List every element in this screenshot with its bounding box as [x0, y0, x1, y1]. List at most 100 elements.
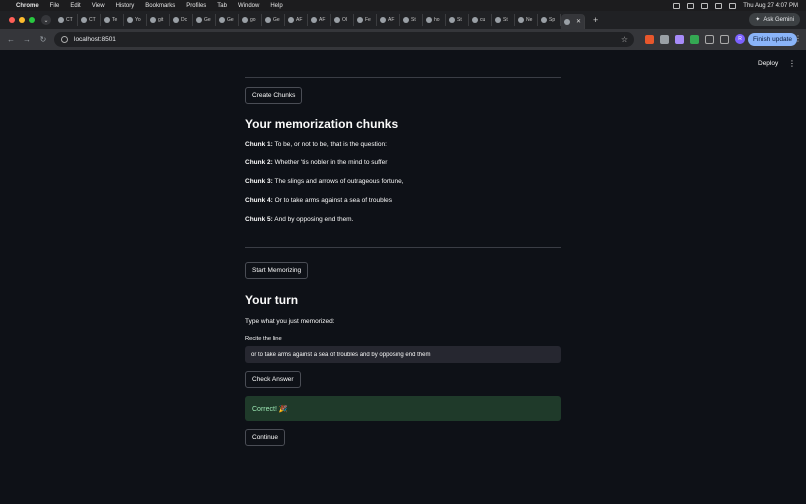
tab-active[interactable]: ✕	[561, 14, 585, 29]
tab[interactable]: Sp	[538, 14, 561, 26]
back-icon[interactable]: ←	[3, 35, 19, 44]
tab[interactable]: AF	[377, 14, 400, 26]
reload-icon[interactable]: ↻	[35, 35, 51, 44]
tab[interactable]: go	[239, 14, 262, 26]
tab[interactable]: Dc	[170, 14, 193, 26]
tab-label: CT	[89, 17, 96, 23]
tab-favicon-icon	[288, 17, 294, 23]
gemini-icon: ✦	[755, 17, 761, 23]
tab[interactable]: Ge	[193, 14, 216, 26]
tab-favicon-icon	[104, 17, 110, 23]
menu-edit[interactable]: Edit	[70, 3, 80, 9]
tab-label: git	[158, 17, 164, 23]
tab-label: Fe	[365, 17, 371, 23]
bookmark-star-icon[interactable]: ☆	[621, 35, 628, 44]
battery-icon[interactable]	[687, 2, 695, 9]
chunk-item: Chunk 5: And by opposing end them.	[245, 216, 354, 223]
tab-favicon-icon	[426, 17, 432, 23]
menu-tab[interactable]: Tab	[217, 3, 227, 9]
bluetooth-icon[interactable]	[673, 2, 681, 9]
tab-favicon-icon	[472, 17, 478, 23]
menu-profiles[interactable]: Profiles	[186, 3, 206, 9]
site-info-icon[interactable]	[61, 36, 68, 43]
forward-icon[interactable]: →	[19, 35, 35, 44]
extensions: R	[645, 34, 745, 44]
ask-gemini-button[interactable]: ✦ Ask Gemini	[749, 13, 800, 26]
extension-2-icon[interactable]	[660, 34, 669, 44]
macos-menu-bar: Chrome File Edit View History Bookmarks …	[0, 0, 806, 11]
address-bar[interactable]: localhost:8501 ☆	[54, 32, 634, 47]
tab[interactable]: OI	[331, 14, 354, 26]
app-menu-icon[interactable]: ⋮	[788, 59, 796, 68]
tab-close-icon[interactable]: ✕	[576, 18, 581, 25]
menu-help[interactable]: Help	[270, 3, 282, 9]
tab-favicon-icon	[58, 17, 64, 23]
tab[interactable]: Te	[101, 14, 124, 26]
tab-label: Sp	[549, 17, 556, 23]
tab[interactable]: St	[446, 14, 469, 26]
search-icon[interactable]	[715, 2, 723, 9]
maximize-window-icon[interactable]	[29, 17, 35, 23]
divider	[245, 247, 561, 248]
tab[interactable]: AF	[285, 14, 308, 26]
menu-history[interactable]: History	[116, 3, 135, 9]
chunk-item: Chunk 1: To be, or not to be, that is th…	[245, 141, 387, 148]
chunk-item: Chunk 4: Or to take arms against a sea o…	[245, 197, 393, 204]
extension-4-icon[interactable]	[690, 34, 699, 44]
address-bar-url[interactable]: localhost:8501	[74, 36, 116, 43]
tab[interactable]: St	[400, 14, 423, 26]
close-window-icon[interactable]	[9, 17, 15, 23]
tab-favicon-icon	[265, 17, 271, 23]
menu-window[interactable]: Window	[238, 3, 259, 9]
tab-favicon-icon	[150, 17, 156, 23]
create-chunks-button[interactable]: Create Chunks	[245, 87, 303, 104]
menu-file[interactable]: File	[50, 3, 60, 9]
tab[interactable]: CT	[78, 14, 101, 26]
tab-favicon-icon	[196, 17, 202, 23]
tab-label: AF	[319, 17, 326, 23]
tab[interactable]: Ge	[262, 14, 285, 26]
tab[interactable]: Fe	[354, 14, 377, 26]
tab-favicon-icon	[541, 17, 547, 23]
menu-chrome[interactable]: Chrome	[16, 3, 39, 9]
menubar-clock[interactable]: Thu Aug 27 4:07 PM	[743, 3, 798, 9]
tab[interactable]: St	[492, 14, 515, 26]
tab[interactable]: ho	[423, 14, 446, 26]
menu-view[interactable]: View	[92, 3, 105, 9]
status-icons: Thu Aug 27 4:07 PM	[673, 0, 798, 11]
tab-favicon-icon	[219, 17, 225, 23]
tab[interactable]: Ne	[515, 14, 538, 26]
tab-favicon-icon	[81, 17, 87, 23]
minimize-window-icon[interactable]	[19, 17, 25, 23]
tab[interactable]: AF	[308, 14, 331, 26]
extension-1-icon[interactable]	[645, 34, 654, 44]
menu-bookmarks[interactable]: Bookmarks	[145, 3, 175, 9]
tab-search-chevron-icon[interactable]: ⌄	[41, 15, 51, 25]
new-tab-button[interactable]: +	[593, 15, 598, 25]
deploy-button[interactable]: Deploy	[758, 60, 778, 67]
tab-strip: ⌄ CT CT Te Yo git Dc Ge Ge go Ge AF AF OI Fe AF St ho St c…	[0, 11, 806, 29]
tab[interactable]: CT	[55, 14, 78, 26]
tab-label: Yo	[135, 17, 141, 23]
recite-input[interactable]	[245, 346, 561, 363]
continue-button[interactable]: Continue	[245, 429, 286, 446]
tab[interactable]: cu	[469, 14, 492, 26]
tab[interactable]: git	[147, 14, 170, 26]
finish-update-button[interactable]: Finish update	[748, 33, 798, 46]
chrome-menu-icon[interactable]: ⋮	[794, 34, 802, 43]
profile-avatar[interactable]: R	[735, 34, 745, 44]
tab[interactable]: Yo	[124, 14, 147, 26]
tab[interactable]: Ge	[216, 14, 239, 26]
tab-favicon-icon	[357, 17, 363, 23]
wifi-icon[interactable]	[701, 2, 709, 9]
control-center-icon[interactable]	[729, 2, 737, 9]
tab-label: Dc	[181, 17, 188, 23]
tab-favicon-icon	[403, 17, 409, 23]
side-panel-icon[interactable]	[720, 34, 729, 44]
tab-label: AF	[388, 17, 395, 23]
check-answer-button[interactable]: Check Answer	[245, 371, 301, 388]
extension-3-icon[interactable]	[675, 34, 684, 44]
extensions-puzzle-icon[interactable]	[705, 34, 714, 44]
start-memorizing-button[interactable]: Start Memorizing	[245, 262, 309, 279]
tab-favicon-icon	[173, 17, 179, 23]
